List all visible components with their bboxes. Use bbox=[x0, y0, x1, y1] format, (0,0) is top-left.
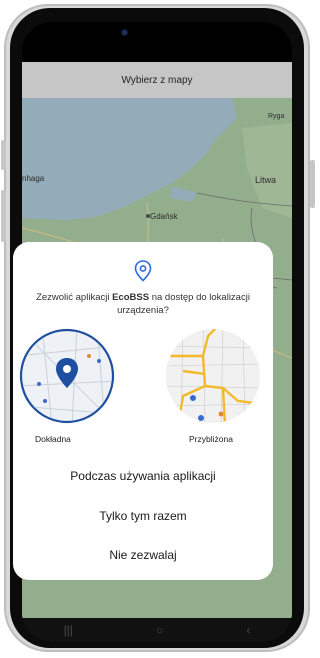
system-nav-bar: ||| ○ ‹ bbox=[22, 618, 292, 642]
approximate-location-option[interactable]: Przybliżona bbox=[143, 326, 273, 446]
permission-prompt: Zezwolić aplikacji EcoBSS na dostęp do l… bbox=[23, 291, 263, 317]
front-camera bbox=[122, 30, 127, 35]
back-icon[interactable]: ‹ bbox=[246, 623, 250, 637]
app-name: EcoBSS bbox=[112, 292, 150, 303]
home-icon[interactable]: ○ bbox=[156, 623, 163, 637]
precise-label: Dokładna bbox=[35, 434, 71, 444]
prompt-text-start: Zezwolić aplikacji bbox=[36, 292, 113, 303]
precise-location-option[interactable]: Dokładna bbox=[13, 326, 143, 446]
recent-apps-icon[interactable]: ||| bbox=[64, 623, 73, 637]
status-bar bbox=[22, 22, 292, 62]
allow-only-this-time-button[interactable]: Tylko tym razem bbox=[13, 509, 273, 523]
approximate-map-icon bbox=[166, 329, 260, 423]
precise-map-icon bbox=[19, 328, 115, 424]
allow-while-using-button[interactable]: Podczas używania aplikacji bbox=[13, 469, 273, 483]
location-pin-icon bbox=[134, 260, 152, 282]
side-button bbox=[310, 160, 315, 208]
side-button bbox=[1, 140, 6, 170]
side-button bbox=[1, 190, 6, 242]
approximate-label: Przybliżona bbox=[189, 434, 233, 444]
deny-button[interactable]: Nie zezwalaj bbox=[13, 548, 273, 562]
location-permission-dialog: Zezwolić aplikacji EcoBSS na dostęp do l… bbox=[13, 242, 273, 580]
